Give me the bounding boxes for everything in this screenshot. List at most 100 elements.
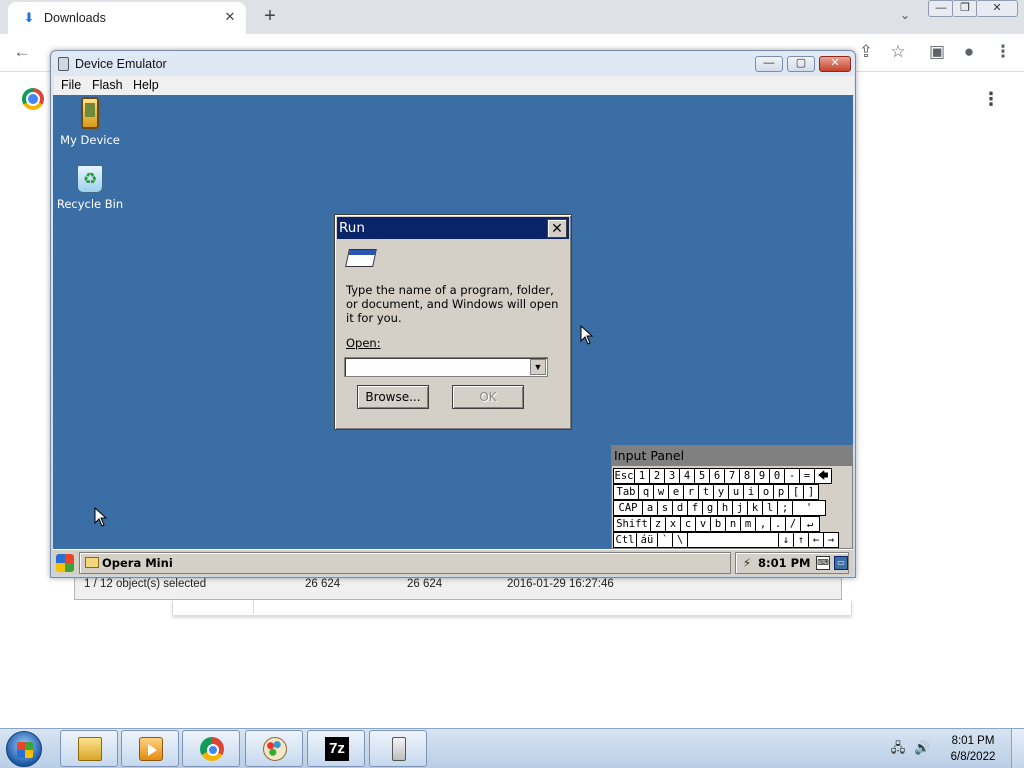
key[interactable]: q: [638, 484, 654, 500]
downloads-more-icon[interactable]: ⋮: [982, 88, 1000, 110]
start-button[interactable]: [6, 731, 42, 767]
ce-clock[interactable]: 8:01 PM: [758, 556, 810, 570]
taskbar-clock[interactable]: 8:01 PM 6/8/2022: [940, 733, 1006, 765]
key[interactable]: v: [695, 516, 711, 532]
new-tab-button[interactable]: +: [258, 5, 282, 29]
key[interactable]: =: [799, 468, 815, 484]
taskbar-item-opera-mini[interactable]: Opera Mini: [79, 552, 731, 574]
tab-close-icon[interactable]: ✕: [222, 9, 238, 25]
maximize-button[interactable]: ▢: [787, 56, 815, 72]
network-icon[interactable]: 🖧: [890, 740, 906, 756]
key[interactable]: 0: [769, 468, 785, 484]
browser-tab-downloads[interactable]: ⬇ Downloads ✕: [8, 2, 246, 34]
key[interactable]: 3: [664, 468, 680, 484]
key[interactable]: 8: [739, 468, 755, 484]
key[interactable]: s: [657, 500, 673, 516]
taskbar-7zip-button[interactable]: 7z: [307, 730, 365, 767]
key[interactable]: 9: [754, 468, 770, 484]
dropdown-arrow-icon[interactable]: ▼: [530, 359, 546, 375]
key[interactable]: h: [717, 500, 733, 516]
key[interactable]: ↑: [793, 532, 809, 548]
volume-icon[interactable]: 🔊: [914, 740, 930, 756]
key[interactable]: →: [823, 532, 839, 548]
key[interactable]: ←: [808, 532, 824, 548]
key[interactable]: áü: [636, 532, 658, 548]
key[interactable]: y: [713, 484, 729, 500]
ce-start-button[interactable]: [56, 554, 74, 572]
key[interactable]: z: [650, 516, 666, 532]
key[interactable]: .: [770, 516, 786, 532]
show-desktop-icon[interactable]: ▭: [834, 556, 848, 570]
share-icon[interactable]: ⇪: [855, 41, 877, 63]
minimize-button[interactable]: —: [755, 56, 783, 72]
key[interactable]: 4: [679, 468, 695, 484]
browser-minimize-button[interactable]: —: [928, 0, 954, 17]
key[interactable]: k: [747, 500, 763, 516]
desktop-icon-recycle-bin[interactable]: ♻ Recycle Bin: [53, 165, 128, 211]
key[interactable]: ↵: [800, 516, 820, 532]
key[interactable]: 6: [709, 468, 725, 484]
key[interactable]: w: [653, 484, 669, 500]
key[interactable]: -: [784, 468, 800, 484]
key[interactable]: ]: [803, 484, 819, 500]
key[interactable]: 7: [724, 468, 740, 484]
key[interactable]: /: [785, 516, 801, 532]
key[interactable]: ,: [755, 516, 771, 532]
key[interactable]: 1: [634, 468, 650, 484]
key[interactable]: 🡄: [814, 468, 832, 484]
key[interactable]: 5: [694, 468, 710, 484]
taskbar-media-player-button[interactable]: [121, 730, 179, 767]
key[interactable]: e: [668, 484, 684, 500]
menu-flash[interactable]: Flash: [92, 78, 123, 92]
taskbar-device-emulator-button[interactable]: [369, 730, 427, 767]
key[interactable]: p: [773, 484, 789, 500]
key[interactable]: l: [762, 500, 778, 516]
key[interactable]: Esc: [613, 468, 635, 484]
desktop-icon-my-device[interactable]: My Device: [53, 97, 128, 147]
back-arrow-icon[interactable]: ←: [11, 41, 33, 63]
key[interactable]: t: [698, 484, 714, 500]
key[interactable]: m: [740, 516, 756, 532]
taskbar-explorer-button[interactable]: [60, 730, 118, 767]
taskbar-paint-button[interactable]: [245, 730, 303, 767]
key[interactable]: c: [680, 516, 696, 532]
ok-button[interactable]: OK: [452, 385, 524, 409]
key[interactable]: u: [728, 484, 744, 500]
key[interactable]: n: [725, 516, 741, 532]
close-button[interactable]: ✕: [819, 56, 851, 72]
key[interactable]: x: [665, 516, 681, 532]
key[interactable]: 2: [649, 468, 665, 484]
taskbar-chrome-button[interactable]: [182, 730, 240, 767]
power-plug-icon[interactable]: ⚡: [740, 556, 754, 570]
menu-file[interactable]: File: [61, 78, 81, 92]
tab-search-chevron-icon[interactable]: ⌄: [896, 8, 914, 26]
profile-avatar-icon[interactable]: ●: [958, 41, 980, 63]
key[interactable]: `: [657, 532, 673, 548]
key[interactable]: Shift: [613, 516, 651, 532]
key[interactable]: o: [758, 484, 774, 500]
browser-restore-button[interactable]: ❐: [952, 0, 978, 17]
side-panel-icon[interactable]: ▣: [926, 41, 948, 63]
key[interactable]: r: [683, 484, 699, 500]
menu-help[interactable]: Help: [133, 78, 159, 92]
key[interactable]: a: [642, 500, 658, 516]
bookmark-star-icon[interactable]: ☆: [887, 41, 909, 63]
chrome-menu-icon[interactable]: ⋮: [992, 41, 1014, 63]
key[interactable]: Ctl: [613, 532, 637, 548]
run-close-button[interactable]: ✕: [547, 219, 567, 238]
key[interactable]: f: [687, 500, 703, 516]
key[interactable]: CAP: [613, 500, 643, 516]
browser-close-button[interactable]: ✕: [976, 0, 1018, 17]
key[interactable]: b: [710, 516, 726, 532]
key[interactable]: ': [792, 500, 826, 516]
key[interactable]: ;: [777, 500, 793, 516]
key[interactable]: ↓: [778, 532, 794, 548]
key-space[interactable]: [687, 532, 779, 548]
key[interactable]: [: [788, 484, 804, 500]
browse-button[interactable]: Browse...: [357, 385, 429, 409]
key[interactable]: d: [672, 500, 688, 516]
key[interactable]: \: [672, 532, 688, 548]
key[interactable]: j: [732, 500, 748, 516]
keyboard-icon[interactable]: ⌨: [816, 556, 830, 570]
key[interactable]: g: [702, 500, 718, 516]
